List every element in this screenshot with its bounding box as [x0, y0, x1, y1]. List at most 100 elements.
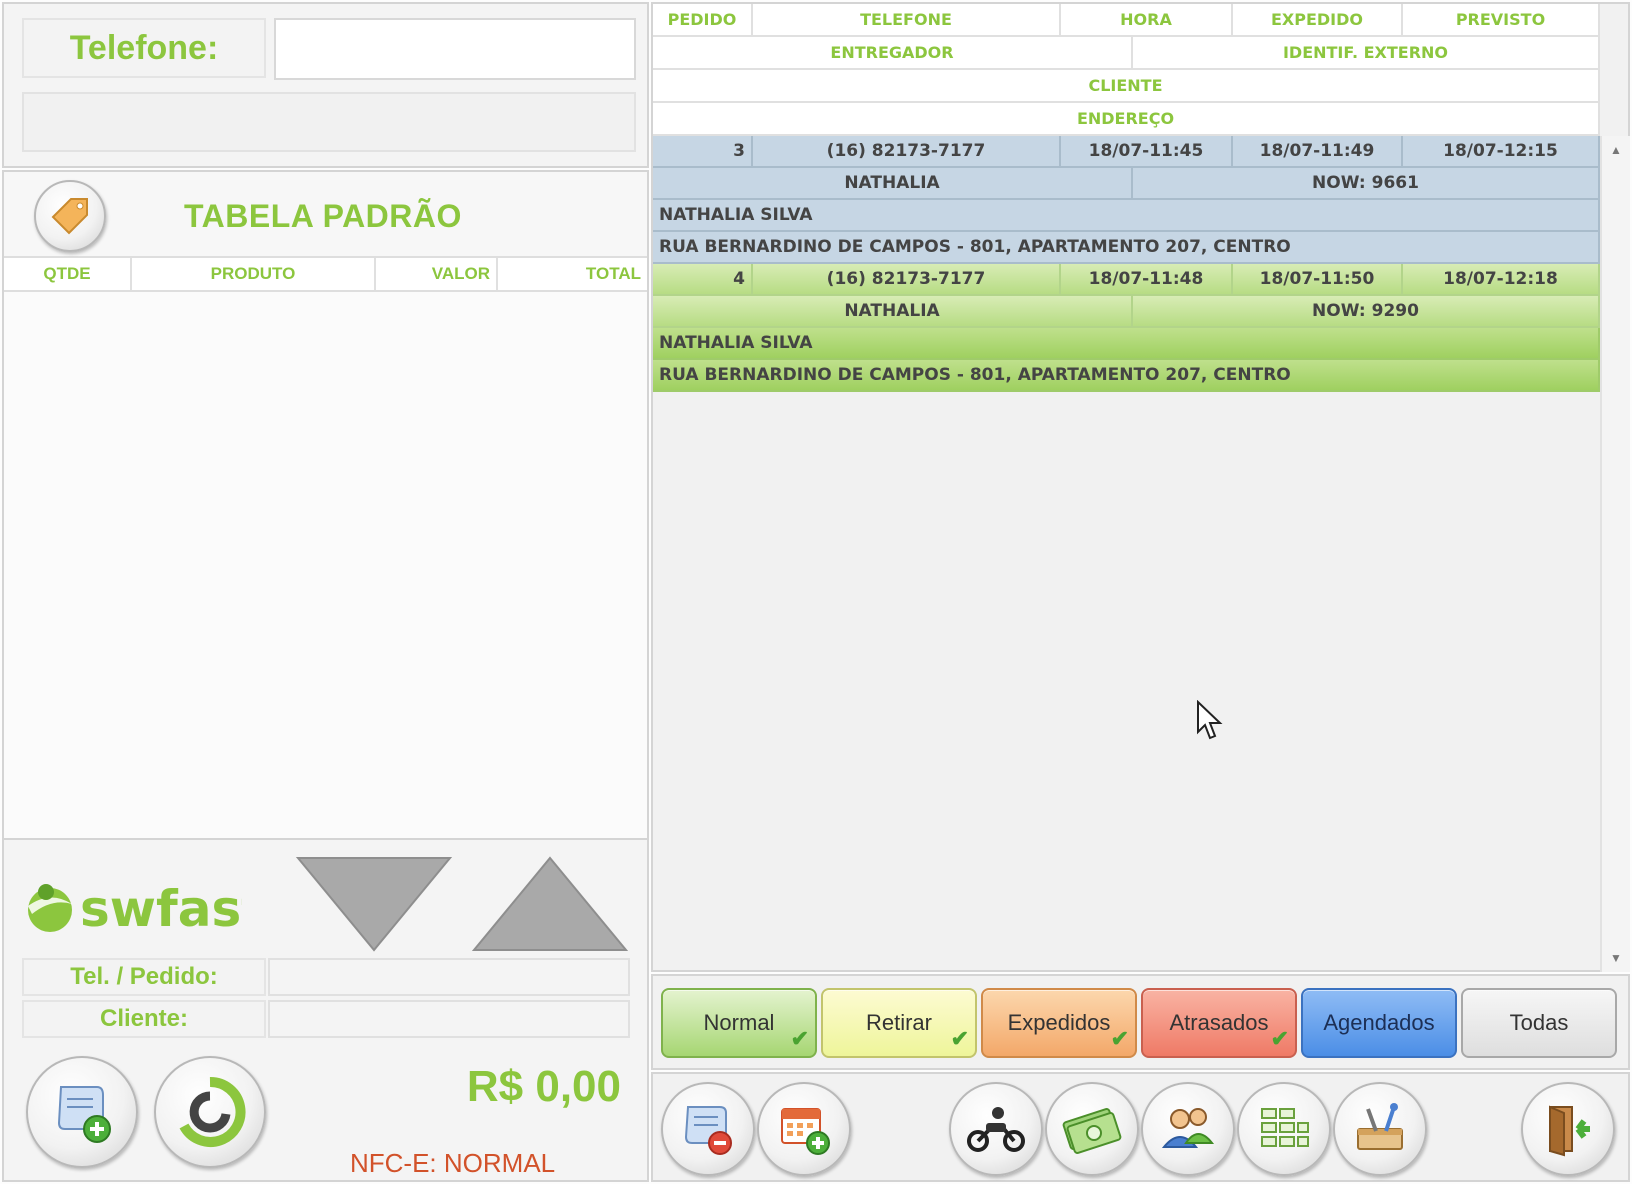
filter-retirar-label: Retirar	[865, 1010, 932, 1035]
order-3-row-delivery[interactable]: NATHALIA NOW: 9661	[653, 168, 1600, 200]
tables-icon	[1261, 1108, 1309, 1147]
logo-text: swfast	[80, 880, 242, 938]
header-hora[interactable]: HORA	[1061, 4, 1233, 37]
orders-header-row-3: CLIENTE	[653, 70, 1600, 103]
phone-info-box	[22, 92, 636, 152]
order-pedido: 4	[653, 264, 753, 296]
tel-order-field[interactable]	[268, 958, 630, 996]
order-expedido: 18/07-11:49	[1233, 136, 1403, 168]
cancel-order-button[interactable]	[661, 1082, 755, 1176]
filter-normal-label: Normal	[703, 1010, 775, 1035]
tel-order-label: Tel. / Pedido:	[22, 958, 266, 996]
order-items-panel: TABELA PADRÃO QTDE PRODUTO VALOR TOTAL	[2, 170, 649, 840]
order-3-row-client[interactable]: NATHALIA SILVA	[653, 200, 1600, 232]
header-endereco[interactable]: ENDEREÇO	[653, 103, 1600, 136]
order-cliente: NATHALIA SILVA	[653, 200, 1600, 232]
new-order-button[interactable]	[26, 1056, 138, 1168]
checkmark-icon: ✔	[1270, 1026, 1289, 1051]
filter-todas-button[interactable]: Todas	[1461, 988, 1617, 1058]
order-4-row-client[interactable]: NATHALIA SILVA	[653, 328, 1600, 360]
header-expedido[interactable]: EXPEDIDO	[1233, 4, 1403, 37]
phone-panel: Telefone:	[2, 2, 649, 168]
scroll-up-arrow-icon[interactable]: ▲	[1602, 138, 1630, 162]
order-entregador: NATHALIA	[653, 296, 1133, 328]
filter-atrasados-label: Atrasados	[1169, 1010, 1269, 1035]
phone-label: Telefone:	[22, 18, 266, 78]
actions-toolbar	[651, 1072, 1630, 1182]
scroll-down-arrow-icon[interactable]: ▼	[1602, 946, 1630, 970]
header-identif-externo[interactable]: IDENTIF. EXTERNO	[1133, 37, 1600, 70]
order-entregador: NATHALIA	[653, 168, 1133, 200]
filter-normal-button[interactable]: Normal ✔	[661, 988, 817, 1058]
summary-panel: swfast Tel. / Pedido: Cliente: R$ 0,00 N…	[2, 838, 649, 1182]
orders-panel: PEDIDO TELEFONE HORA EXPEDIDO PREVISTO E…	[651, 2, 1630, 972]
order-4-row-main[interactable]: 4 (16) 82173-7177 18/07-11:48 18/07-11:5…	[653, 264, 1600, 296]
filters-panel: Normal ✔ Retirar ✔ Expedidos ✔ Atrasados…	[651, 974, 1630, 1070]
cancel-order-icon	[684, 1106, 732, 1155]
order-expedido: 18/07-11:50	[1233, 264, 1403, 296]
swfast-logo-mark: swfast	[28, 880, 265, 938]
orders-header-row-2: ENTREGADOR IDENTIF. EXTERNO	[653, 37, 1600, 70]
filter-expedidos-label: Expedidos	[1007, 1010, 1111, 1035]
scroll-down-button[interactable]	[294, 854, 454, 954]
swfast-logo: swfast	[22, 870, 265, 940]
price-table-button[interactable]	[34, 180, 106, 252]
header-telefone[interactable]: TELEFONE	[753, 4, 1061, 37]
scroll-up-button[interactable]	[470, 854, 630, 954]
schedule-order-button[interactable]	[757, 1082, 851, 1176]
filter-expedidos-button[interactable]: Expedidos ✔	[981, 988, 1137, 1058]
sync-icon	[179, 1076, 246, 1147]
users-icon	[1161, 1108, 1215, 1148]
client-label: Cliente:	[22, 1000, 266, 1038]
order-identif: NOW: 9290	[1133, 296, 1600, 328]
checkmark-icon: ✔	[790, 1026, 809, 1051]
column-total[interactable]: TOTAL	[498, 258, 647, 290]
order-cliente: NATHALIA SILVA	[653, 328, 1600, 360]
exit-button[interactable]	[1521, 1082, 1615, 1176]
customers-button[interactable]	[1141, 1082, 1235, 1176]
column-produto[interactable]: PRODUTO	[132, 258, 376, 290]
items-table-header: QTDE PRODUTO VALOR TOTAL	[4, 258, 647, 292]
settings-button[interactable]	[1333, 1082, 1427, 1176]
filter-atrasados-button[interactable]: Atrasados ✔	[1141, 988, 1297, 1058]
price-tag-icon	[51, 198, 88, 235]
order-previsto: 18/07-12:15	[1403, 136, 1600, 168]
tables-button[interactable]	[1237, 1082, 1331, 1176]
order-3-row-main[interactable]: 3 (16) 82173-7177 18/07-11:45 18/07-11:4…	[653, 136, 1600, 168]
order-endereco: RUA BERNARDINO DE CAMPOS - 801, APARTAME…	[653, 360, 1600, 392]
cash-button[interactable]	[1045, 1082, 1139, 1176]
order-3-row-address[interactable]: RUA BERNARDINO DE CAMPOS - 801, APARTAME…	[653, 232, 1600, 264]
checkmark-icon: ✔	[950, 1026, 969, 1051]
orders-scrollbar[interactable]: ▲ ▼	[1600, 136, 1630, 972]
price-table-title: TABELA PADRÃO	[184, 198, 462, 234]
motorcycle-delivery-icon	[967, 1107, 1025, 1152]
delivery-button[interactable]	[949, 1082, 1043, 1176]
order-telefone: (16) 82173-7177	[753, 136, 1061, 168]
sync-button[interactable]	[154, 1056, 266, 1168]
column-qtde[interactable]: QTDE	[4, 258, 132, 290]
order-total: R$ 0,00	[466, 1062, 621, 1111]
order-hora: 18/07-11:48	[1061, 264, 1233, 296]
filter-agendados-button[interactable]: Agendados	[1301, 988, 1457, 1058]
order-identif: NOW: 9661	[1133, 168, 1600, 200]
header-entregador[interactable]: ENTREGADOR	[653, 37, 1133, 70]
order-4-row-delivery[interactable]: NATHALIA NOW: 9290	[653, 296, 1600, 328]
order-pedido: 3	[653, 136, 753, 168]
tools-icon	[1357, 1103, 1403, 1150]
order-endereco: RUA BERNARDINO DE CAMPOS - 801, APARTAME…	[653, 232, 1600, 264]
order-telefone: (16) 82173-7177	[753, 264, 1061, 296]
order-4-row-address[interactable]: RUA BERNARDINO DE CAMPOS - 801, APARTAME…	[653, 360, 1600, 392]
filter-todas-label: Todas	[1509, 1010, 1569, 1035]
mouse-cursor-icon	[1197, 700, 1223, 740]
client-field[interactable]	[268, 1000, 630, 1038]
filter-retirar-button[interactable]: Retirar ✔	[821, 988, 977, 1058]
phone-input[interactable]	[274, 18, 636, 80]
orders-header-row-4: ENDEREÇO	[653, 103, 1600, 136]
cash-icon	[1062, 1108, 1122, 1154]
header-pedido[interactable]: PEDIDO	[653, 4, 753, 37]
column-valor[interactable]: VALOR	[376, 258, 498, 290]
exit-door-icon	[1549, 1105, 1590, 1157]
nfce-status: NFC-E: NORMAL	[350, 1148, 556, 1178]
header-previsto[interactable]: PREVISTO	[1403, 4, 1600, 37]
header-cliente[interactable]: CLIENTE	[653, 70, 1600, 103]
